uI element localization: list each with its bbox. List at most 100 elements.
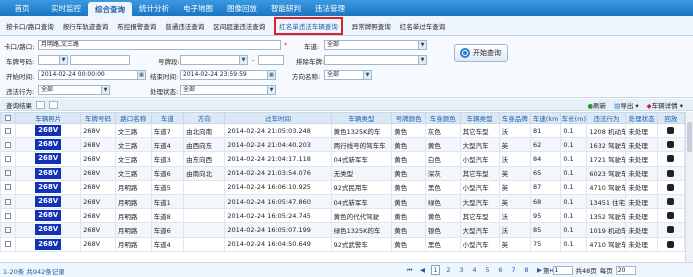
nav-tab-0[interactable]: 首页 [0,0,44,16]
row-checkbox[interactable] [5,212,12,219]
plate-thumbnail[interactable]: 268V [35,210,62,222]
chepai-prefix-select[interactable] [38,55,60,65]
playback-cell[interactable] [656,165,686,181]
nav-tab-1[interactable]: 实时监控 [44,0,88,16]
vehicle-photo-cell[interactable]: 268V [15,236,82,252]
chepai-dropdown-icon[interactable]: ▼ [59,55,68,65]
plate-thumbnail[interactable]: 268V [35,139,62,151]
playback-icon[interactable] [667,141,675,149]
page-link-5[interactable]: 5 [483,266,492,274]
playback-icon[interactable] [667,198,675,206]
grid-view-icon[interactable] [49,100,58,109]
row-checkbox-cell[interactable] [0,208,17,224]
row-checkbox-cell[interactable] [0,122,17,139]
fangxiang-select[interactable]: 全部 [324,70,364,80]
vehicle-detail-button[interactable]: ◆车辆详情 ▾ [647,100,683,110]
select-all-checkbox[interactable] [5,115,12,121]
nav-tab-7[interactable]: 违法管理 [308,0,352,16]
row-checkbox[interactable] [5,141,12,148]
vehicle-photo-cell[interactable]: 268V [15,137,82,153]
playback-cell[interactable] [656,179,686,195]
playback-cell[interactable] [656,222,686,238]
page-link-8[interactable]: 8 [522,266,531,274]
playback-icon[interactable] [667,127,675,135]
first-page-icon[interactable]: ⏮ [405,266,414,275]
row-checkbox-cell[interactable] [0,222,17,238]
plate-thumbnail[interactable]: 268V [35,167,62,179]
haopai-dropdown-icon[interactable]: ▼ [239,55,248,65]
page-input[interactable]: 1 [552,265,573,275]
table-row[interactable]: 268V 268V 文三路 车道7 由北向南 2014-02-24 21:05:03.24… [0,122,686,139]
plate-thumbnail[interactable]: 268V [35,125,62,137]
row-checkbox[interactable] [5,127,12,134]
table-row[interactable]: 268V 268V 月明路 车道8 2014-02-24 16:05:24.745 黄色的… [0,208,686,224]
playback-cell[interactable] [656,193,686,210]
chedao-select[interactable]: 全部 [324,40,419,50]
playback-icon[interactable] [667,169,675,177]
row-checkbox-cell[interactable] [0,236,17,252]
vehicle-photo-cell[interactable]: 268V [15,179,82,195]
subnav-item-1[interactable]: 按行车轨迹查询 [63,21,109,31]
playback-icon[interactable] [667,155,675,163]
chepai-input[interactable] [70,55,130,65]
subnav-item-5[interactable]: 红名单违法车辆查询 [274,16,343,35]
chuli-select[interactable]: 全部 [180,85,268,95]
vehicle-photo-cell[interactable]: 268V [15,122,82,139]
table-row[interactable]: 268V 268V 月明路 车道1 2014-02-24 16:05:47.860 04式… [0,193,686,210]
plate-thumbnail[interactable]: 268V [35,224,62,236]
playback-cell[interactable] [656,122,686,139]
row-checkbox-cell[interactable] [0,137,17,153]
weifa-select[interactable]: 全部 [38,85,102,95]
page-link-6[interactable]: 6 [496,266,505,274]
prev-page-icon[interactable]: ◀ [418,266,427,274]
subnav-item-4[interactable]: 区间超速违法查询 [213,21,265,31]
fangxiang-dropdown-icon[interactable]: ▼ [363,70,372,80]
playback-cell[interactable] [656,236,686,252]
vehicle-photo-cell[interactable]: 268V [15,151,82,167]
row-checkbox[interactable] [5,198,12,205]
table-row[interactable]: 268V 268V 月明路 车道6 2014-02-24 16:05:07.199 绿色1… [0,222,686,238]
subnav-item-7[interactable]: 红名单过车查询 [400,21,446,31]
vehicle-photo-cell[interactable]: 268V [15,222,82,238]
table-scrollbar[interactable] [685,112,693,262]
row-checkbox-cell[interactable] [0,193,17,210]
vehicle-photo-cell[interactable]: 268V [15,165,82,181]
playback-cell[interactable] [656,151,686,167]
table-row[interactable]: 268V 268V 月明路 车道4 2014-02-24 16:04:50.649 92式… [0,236,686,252]
subnav-item-3[interactable]: 普通违法查询 [165,21,204,31]
start-time-input[interactable]: 2014-02-24 00:00:00 [38,70,138,80]
playback-icon[interactable] [667,183,675,191]
kakou-input[interactable]: 月明路,文三路 [38,40,281,50]
subnav-item-0[interactable]: 按卡口/路口查询 [6,21,54,31]
list-view-icon[interactable] [36,100,45,109]
chuli-dropdown-icon[interactable]: ▼ [267,85,276,95]
nav-tab-3[interactable]: 统计分析 [132,0,176,16]
playback-cell[interactable] [656,208,686,224]
row-checkbox-cell[interactable] [0,151,17,167]
playback-icon[interactable] [667,240,675,248]
paichu-input[interactable] [324,55,419,65]
vehicle-photo-cell[interactable]: 268V [15,208,82,224]
page-link-7[interactable]: 7 [509,266,518,274]
haopai-end-input[interactable] [258,55,284,65]
plate-thumbnail[interactable]: 268V [35,238,62,250]
export-button[interactable]: ▤导出 ▾ [614,100,639,110]
chedao-dropdown-icon[interactable]: ▼ [418,40,427,50]
end-time-input[interactable]: 2014-02-24 23:59:59 [180,70,268,80]
plate-thumbnail[interactable]: 268V [35,196,62,208]
playback-cell[interactable] [656,137,686,153]
subnav-item-2[interactable]: 布控报警查询 [117,21,156,31]
plate-thumbnail[interactable]: 268V [35,181,62,193]
playback-icon[interactable] [667,226,675,234]
refresh-button[interactable]: ●刷新 [587,100,606,110]
plate-thumbnail[interactable]: 268V [35,153,62,165]
row-checkbox-cell[interactable] [0,179,17,195]
nav-tab-4[interactable]: 电子地图 [176,0,220,16]
page-link-1[interactable]: 1 [431,265,440,275]
haopai-start-input[interactable] [180,55,240,65]
playback-icon[interactable] [667,212,675,220]
row-checkbox[interactable] [5,170,12,177]
row-checkbox-cell[interactable] [0,165,17,181]
table-row[interactable]: 268V 268V 文三路 车道3 由东向西 2014-02-24 21:04:17.11… [0,151,686,167]
per-page-select[interactable]: 20 [615,265,636,275]
